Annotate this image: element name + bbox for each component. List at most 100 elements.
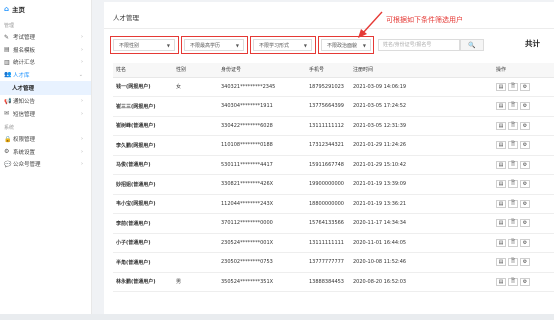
id-number-cell: 230502********0753 [218,252,306,273]
detail-button[interactable]: 🗎 [508,82,518,91]
view-icon: ▤ [498,122,504,129]
column-header: 姓名 [113,63,173,78]
settings-button[interactable]: ⚙ [520,82,530,91]
actions-cell: ▤ 🗎 ⚙ [493,174,554,195]
gender-cell [173,252,218,273]
sidebar-item-talent[interactable]: 👥 人才库 ⌄ [0,69,91,82]
actions-cell: ▤ 🗎 ⚙ [493,116,554,136]
view-button[interactable]: ▤ [496,219,506,228]
detail-button[interactable]: 🗎 [508,238,518,247]
view-button[interactable]: ▤ [496,82,506,91]
phone-cell: 13888384453 [306,272,350,292]
search-input[interactable]: 姓名/身份证号/报名号 [378,39,460,51]
sidebar-group-manage: 管理 [4,23,15,29]
detail-button[interactable]: 🗎 [508,121,518,130]
document-icon: 🗎 [510,277,516,284]
sidebar-item-settings[interactable]: ⚙ 系统设置 › [0,146,91,159]
view-button[interactable]: ▤ [496,121,506,130]
name-cell: 林永鹏(普通用户) [113,272,173,292]
name-cell: 韦小宝(网报用户) [113,194,173,214]
column-header: 身份证号 [218,63,306,78]
view-button[interactable]: ▤ [496,160,506,169]
settings-button[interactable]: ⚙ [520,238,530,247]
settings-icon: ⚙ [522,161,528,168]
view-button[interactable]: ▤ [496,199,506,208]
sidebar-subitem-talent-manage[interactable]: 人才管理 [0,81,91,95]
search-icon: 🔍 [468,41,476,49]
settings-button[interactable]: ⚙ [520,102,530,111]
view-button[interactable]: ▤ [496,141,506,150]
settings-button[interactable]: ⚙ [520,141,530,150]
view-button[interactable]: ▤ [496,277,506,286]
chevron-right-icon: › [81,46,83,53]
divider [104,28,554,29]
id-number-cell: 340321*********2345 [218,77,306,97]
search-button[interactable]: 🔍 [460,39,484,51]
phone-cell: 13111111111 [306,233,350,253]
settings-button[interactable]: ⚙ [520,219,530,228]
settings-button[interactable]: ⚙ [520,160,530,169]
actions-cell: ▤ 🗎 ⚙ [493,252,554,273]
gender-select[interactable]: 不限性别 ▼ [113,39,175,51]
settings-button[interactable]: ⚙ [520,258,530,267]
detail-button[interactable]: 🗎 [508,199,518,208]
document-icon: 🗎 [510,219,516,226]
politics-select[interactable]: 不限政治面貌 ▼ [321,39,371,51]
chevron-right-icon: › [81,161,83,168]
settings-icon: ⚙ [4,148,10,156]
name-cell: 小子(普通用户) [113,233,173,253]
settings-button[interactable]: ⚙ [520,180,530,189]
table-row: 崔树峰(普通用户) 330422********6028 13111111112 20… [113,116,554,136]
sidebar-item-permission[interactable]: 🔒 权限管理 › [0,133,91,146]
id-number-cell: 230524********001X [218,233,306,253]
detail-button[interactable]: 🗎 [508,102,518,111]
name-cell: 马俊(普通用户) [113,155,173,175]
sidebar-group-system: 系统 [4,125,15,131]
settings-button[interactable]: ⚙ [520,277,530,286]
phone-cell: 17312344321 [306,135,350,156]
chevron-right-icon: › [81,98,83,105]
caret-down-icon: ▼ [362,43,366,48]
education-select-value: 不限最高学历 [190,42,221,49]
table-row: 李久鹏(网报用户) 110108********0188 17312344321 20… [113,135,554,156]
phone-cell: 13111111112 [306,116,350,136]
view-button[interactable]: ▤ [496,102,506,111]
bottom-bar [0,314,554,320]
table-row: 马俊(普通用户) 530111********4417 15911667748 202… [113,155,554,175]
sidebar-item-home[interactable]: ⌂ 主页 [0,0,91,18]
view-button[interactable]: ▤ [496,180,506,189]
gender-cell: 男 [173,272,218,292]
phone-cell: 18795291023 [306,77,350,97]
name-cell: 崔三三(网报用户) [113,96,173,117]
detail-button[interactable]: 🗎 [508,277,518,286]
education-select[interactable]: 不限最高学历 ▼ [184,39,244,51]
sidebar-item-sms[interactable]: ✉ 短信管理 › [0,108,91,121]
view-icon: ▤ [498,239,504,246]
sidebar-item-label: 短信管理 [13,111,36,118]
register-time-cell: 2020-10-08 11:52:46 [350,252,493,273]
page-title: 人才管理 [113,14,139,22]
sidebar-item-label: 系统设置 [13,149,36,156]
sidebar-item-stats[interactable]: ▥ 统计汇总 › [0,56,91,69]
detail-button[interactable]: 🗎 [508,258,518,267]
study-form-select[interactable]: 不限学习形式 ▼ [253,39,312,51]
actions-cell: ▤ 🗎 ⚙ [493,233,554,253]
view-icon: ▤ [498,220,504,227]
detail-button[interactable]: 🗎 [508,141,518,150]
settings-button[interactable]: ⚙ [520,121,530,130]
detail-button[interactable]: 🗎 [508,180,518,189]
detail-button[interactable]: 🗎 [508,219,518,228]
view-button[interactable]: ▤ [496,258,506,267]
sidebar-item-template[interactable]: ▤ 报名模板 › [0,44,91,57]
sidebar-item-exam[interactable]: ✎ 考试管理 › [0,31,91,44]
register-time-cell: 2021-01-29 11:24:26 [350,135,493,156]
settings-button[interactable]: ⚙ [520,199,530,208]
register-time-cell: 2021-01-19 13:39:09 [350,174,493,195]
table-header-row: 姓名 性别 身份证号 手机号 注册时间 操作 [113,63,554,78]
detail-button[interactable]: 🗎 [508,160,518,169]
sidebar-item-wechat[interactable]: 💬 公众号管理 › [0,158,91,171]
sidebar-item-notice[interactable]: 📢 通知公告 › [0,95,91,108]
view-button[interactable]: ▤ [496,238,506,247]
actions-cell: ▤ 🗎 ⚙ [493,135,554,156]
id-number-cell: 330422********6028 [218,116,306,136]
